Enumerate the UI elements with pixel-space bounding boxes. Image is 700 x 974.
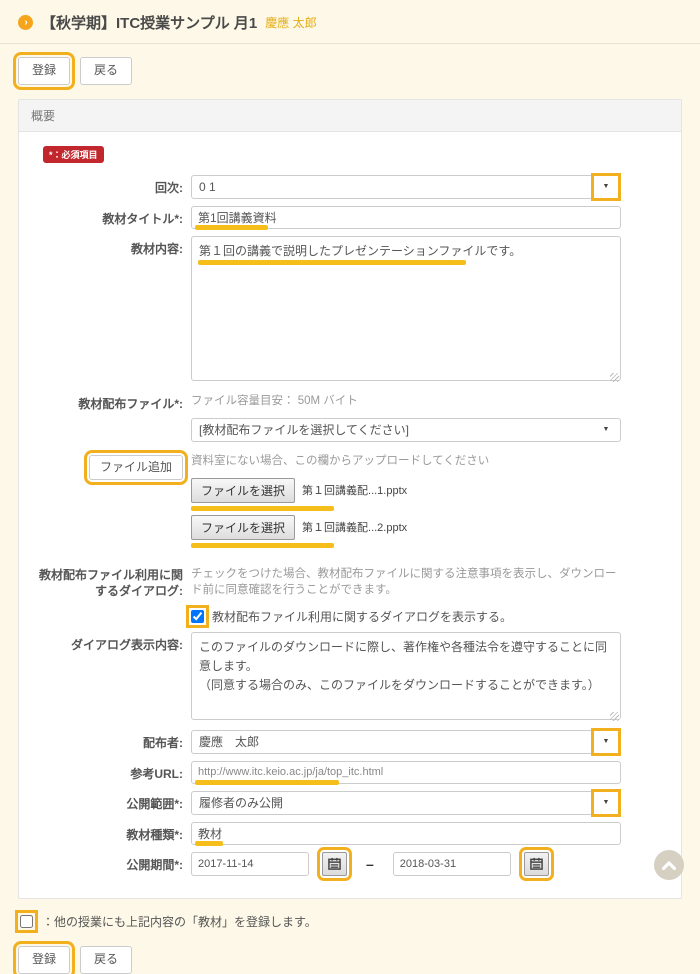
footer-checkbox-row: ：他の授業にも上記内容の「教材」を登録します。 — [20, 913, 682, 930]
header-divider — [0, 43, 700, 44]
file-1-highlight-underline — [191, 506, 334, 511]
file-name-1: 第１回講義配...1.pptx — [302, 482, 407, 498]
file-name-2: 第１回講義配...2.pptx — [302, 519, 407, 535]
row-dialog: 教材配布ファイル利用に関するダイアログ: チェックをつけた場合、教材配布ファイル… — [19, 562, 681, 625]
type-input[interactable] — [191, 822, 621, 845]
scroll-to-top-button[interactable] — [654, 850, 684, 880]
dialog-content-textarea[interactable]: このファイルのダウンロードに際し、著作権や各種法令を遵守することに同意します。 … — [191, 632, 621, 720]
row-dialog-content: ダイアログ表示内容: このファイルのダウンロードに際し、著作権や各種法令を遵守す… — [19, 632, 681, 723]
scope-select-value: 履修者のみ公開 — [199, 794, 283, 811]
type-label: 教材種類*: — [19, 822, 191, 845]
distributor-dropdown-arrow-icon[interactable]: ▼ — [596, 733, 616, 751]
row-type: 教材種類*: — [19, 822, 681, 845]
distributor-select-value: 慶應 太郎 — [199, 733, 259, 750]
kaiji-dropdown-arrow-icon[interactable]: ▼ — [596, 178, 616, 196]
file-choose-button-2[interactable]: ファイルを選択 — [191, 515, 295, 540]
row-distributor: 配布者: 慶應 太郎 ▼ — [19, 730, 681, 754]
file-row-1: ファイルを選択 第１回講義配...1.pptx — [191, 478, 407, 503]
file-select-value: [教材配布ファイルを選択してください] — [199, 421, 409, 438]
textarea-resize-handle[interactable] — [610, 712, 619, 721]
file-add-hint: 資料室にない場合、この欄からアップロードしてください — [191, 449, 621, 469]
title-highlight-underline — [195, 225, 268, 230]
row-kaiji: 回次: 0 1 ▼ — [19, 175, 681, 199]
panel-header: 概要 — [19, 100, 681, 132]
page-title: 【秋学期】ITC授業サンプル 月1 — [41, 12, 257, 33]
file-label: 教材配布ファイル*: — [19, 391, 191, 442]
kaiji-select-value: 0 1 — [199, 180, 216, 194]
distributor-select[interactable]: 慶應 太郎 ▼ — [191, 730, 621, 754]
file-dropdown-arrow-icon: ▼ — [596, 421, 616, 439]
required-badge: *：必須項目 — [43, 146, 104, 163]
row-period: 公開期間*: – — [19, 852, 681, 876]
apply-other-courses-label: ：他の授業にも上記内容の「教材」を登録します。 — [42, 913, 317, 930]
user-link[interactable]: 慶應 太郎 — [265, 14, 316, 31]
dialog-hint: チェックをつけた場合、教材配布ファイルに関する注意事項を表示し、ダウンロード前に… — [191, 562, 621, 598]
scope-select[interactable]: 履修者のみ公開 ▼ — [191, 791, 621, 815]
ref-url-highlight-underline — [195, 780, 339, 785]
dialog-checkbox-label: 教材配布ファイル利用に関するダイアログを表示する。 — [212, 608, 512, 625]
type-highlight-underline — [195, 841, 223, 846]
file-row-2: ファイルを選択 第１回講義配...2.pptx — [191, 515, 407, 540]
file-choose-button-1[interactable]: ファイルを選択 — [191, 478, 295, 503]
distributor-label: 配布者: — [19, 730, 191, 754]
page-header: › 【秋学期】ITC授業サンプル 月1 慶應 太郎 — [0, 0, 700, 33]
period-to-input[interactable] — [393, 852, 511, 876]
content-label: 教材内容: — [19, 236, 191, 384]
file-add-button[interactable]: ファイル追加 — [89, 455, 183, 481]
back-button-top[interactable]: 戻る — [80, 57, 132, 85]
dialog-label: 教材配布ファイル利用に関するダイアログ: — [19, 562, 191, 625]
content-textarea[interactable]: 第１回の講義で説明したプレゼンテーションファイルです。 — [191, 236, 621, 381]
apply-other-courses-checkbox[interactable] — [20, 915, 33, 928]
back-button-bottom[interactable]: 戻る — [80, 946, 132, 974]
calendar-icon — [328, 857, 341, 870]
textarea-resize-handle[interactable] — [610, 373, 619, 382]
ref-url-label: 参考URL: — [19, 761, 191, 784]
row-content: 教材内容: 第１回の講義で説明したプレゼンテーションファイルです。 — [19, 236, 681, 384]
kaiji-select[interactable]: 0 1 ▼ — [191, 175, 621, 199]
row-ref-url: 参考URL: — [19, 761, 681, 784]
row-title: 教材タイトル*: — [19, 206, 681, 229]
period-separator: – — [360, 856, 380, 872]
scope-dropdown-arrow-icon[interactable]: ▼ — [596, 794, 616, 812]
dialog-content-label: ダイアログ表示内容: — [19, 632, 191, 723]
period-to-calendar-button[interactable] — [524, 852, 549, 876]
row-file: 教材配布ファイル*: ファイル容量目安： 50M バイト [教材配布ファイルを選… — [19, 391, 681, 442]
footer: ：他の授業にも上記内容の「教材」を登録します。 登録 戻る — [18, 913, 682, 974]
title-label: 教材タイトル*: — [19, 206, 191, 229]
calendar-icon — [530, 857, 543, 870]
content-highlight-underline — [198, 260, 466, 265]
file-size-hint: ファイル容量目安： 50M バイト — [191, 391, 621, 409]
breadcrumb-chevron-icon: › — [18, 15, 33, 30]
chevron-up-icon — [662, 861, 676, 870]
period-from-input[interactable] — [191, 852, 309, 876]
row-file-add: ファイル追加 資料室にない場合、この欄からアップロードしてください ファイルを選… — [19, 449, 681, 552]
kaiji-label: 回次: — [19, 175, 191, 199]
scope-label: 公開範囲*: — [19, 791, 191, 815]
dialog-checkbox[interactable] — [191, 610, 204, 623]
register-button-top[interactable]: 登録 — [18, 57, 70, 85]
row-scope: 公開範囲*: 履修者のみ公開 ▼ — [19, 791, 681, 815]
period-from-calendar-button[interactable] — [322, 852, 347, 876]
top-toolbar: 登録 戻る — [18, 57, 682, 85]
register-button-bottom[interactable]: 登録 — [18, 946, 70, 974]
overview-panel: 概要 *：必須項目 回次: 0 1 ▼ 教材タイトル*: 教材内容: — [18, 99, 682, 899]
period-label: 公開期間*: — [19, 852, 191, 876]
file-2-highlight-underline — [191, 543, 334, 548]
file-select[interactable]: [教材配布ファイルを選択してください] ▼ — [191, 418, 621, 442]
